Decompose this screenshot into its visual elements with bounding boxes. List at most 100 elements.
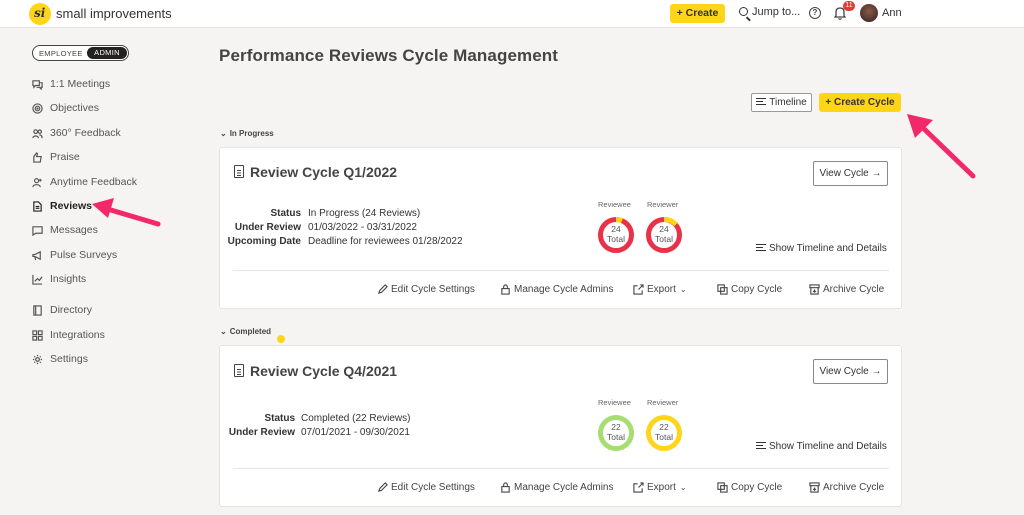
- show-timeline-label: Show Timeline and Details: [769, 441, 887, 452]
- manage-cycle-admins-button[interactable]: Manage Cycle Admins: [500, 284, 614, 295]
- notification-count-badge: 11: [843, 1, 855, 11]
- copy-cycle-button[interactable]: Copy Cycle: [717, 284, 782, 295]
- view-cycle-button[interactable]: View Cycle →: [813, 161, 888, 186]
- review-cycle-card: Review Cycle Q1/2022 View Cycle → Status…: [219, 147, 902, 309]
- action-label: Manage Cycle Admins: [514, 482, 614, 493]
- reviewer-donut[interactable]: 22 Total: [645, 414, 683, 452]
- sidebar-item-meetings[interactable]: 1:1 Meetings: [32, 76, 110, 92]
- copy-cycle-button[interactable]: Copy Cycle: [717, 482, 782, 493]
- reviewer-count: 24: [659, 224, 669, 234]
- archive-cycle-button[interactable]: Archive Cycle: [809, 482, 884, 493]
- sidebar-item-label: Settings: [50, 353, 88, 365]
- sidebar-item-label: Directory: [50, 304, 93, 316]
- under-review-value: 01/03/2022 - 03/31/2022: [308, 222, 417, 233]
- sidebar-item-label: Insights: [50, 273, 87, 285]
- sidebar-item-integrations[interactable]: Integrations: [32, 327, 105, 343]
- view-cycle-button[interactable]: View Cycle →: [813, 359, 888, 384]
- praise-icon: [32, 151, 43, 163]
- field-label: Status: [270, 208, 301, 219]
- reviewer-label: Reviewer: [647, 200, 679, 209]
- archive-icon: [809, 482, 820, 493]
- reviewee-donut[interactable]: 22 Total: [597, 414, 635, 452]
- reviewee-label: Reviewee: [598, 398, 631, 407]
- timeline-icon: [756, 442, 766, 450]
- chevron-down-icon: ⌄: [220, 129, 227, 138]
- create-button[interactable]: + Create: [670, 4, 725, 23]
- status-value: Completed (22 Reviews): [301, 413, 411, 424]
- section-toggle-in-progress[interactable]: ⌄ In Progress: [220, 129, 274, 138]
- sidebar-item-anytime-feedback[interactable]: Anytime Feedback: [32, 174, 137, 190]
- action-label: Archive Cycle: [823, 482, 885, 493]
- cycle-title-text: Review Cycle Q1/2022: [250, 164, 398, 180]
- sidebar-item-360-feedback[interactable]: 360° Feedback: [32, 125, 121, 141]
- divider: [233, 270, 889, 271]
- cycle-title[interactable]: Review Cycle Q4/2021: [234, 363, 397, 379]
- field-label: Upcoming Date: [227, 236, 301, 247]
- reviewer-label: Reviewer: [647, 398, 679, 407]
- export-icon: [633, 482, 644, 493]
- logo-text[interactable]: small improvements: [56, 6, 172, 21]
- manage-cycle-admins-button[interactable]: Manage Cycle Admins: [500, 482, 614, 493]
- reviewer-donut[interactable]: 24 Total: [645, 216, 683, 254]
- document-icon: [32, 200, 43, 212]
- avatar[interactable]: [860, 4, 878, 22]
- jump-to-label: Jump to...: [752, 6, 801, 18]
- sidebar-item-objectives[interactable]: Objectives: [32, 100, 99, 116]
- sidebar-item-label: Praise: [50, 151, 80, 163]
- help-icon[interactable]: ?: [809, 7, 821, 19]
- role-employee-option[interactable]: EMPLOYEE: [39, 49, 83, 58]
- edit-cycle-settings-button[interactable]: Edit Cycle Settings: [377, 284, 475, 295]
- action-label: Manage Cycle Admins: [514, 284, 614, 295]
- export-dropdown[interactable]: Export ⌄: [633, 284, 687, 295]
- section-toggle-completed[interactable]: ⌄ Completed: [220, 327, 271, 336]
- user-name[interactable]: Ann: [882, 7, 902, 19]
- jump-to-button[interactable]: Jump to...: [739, 6, 800, 18]
- export-icon: [633, 284, 644, 295]
- role-toggle[interactable]: EMPLOYEE ADMIN: [32, 45, 129, 61]
- chart-icon: [32, 274, 43, 285]
- sidebar-item-pulse-surveys[interactable]: Pulse Surveys: [32, 247, 117, 263]
- role-admin-option[interactable]: ADMIN: [87, 47, 127, 59]
- sidebar-item-messages[interactable]: Messages: [32, 222, 98, 238]
- cursor-highlight-dot: [277, 335, 285, 343]
- annotation-arrow-create-cycle: [907, 114, 976, 179]
- archive-cycle-button[interactable]: Archive Cycle: [809, 284, 884, 295]
- sidebar-item-settings[interactable]: Settings: [32, 351, 88, 367]
- reviewee-donut[interactable]: 24 Total: [597, 216, 635, 254]
- chevron-down-icon: ⌄: [679, 483, 687, 492]
- status-value: In Progress (24 Reviews): [308, 208, 421, 219]
- create-cycle-button[interactable]: + Create Cycle: [819, 93, 901, 112]
- reviewee-total-label: Total: [607, 432, 625, 442]
- sidebar-item-reviews[interactable]: Reviews: [32, 198, 92, 214]
- timeline-button[interactable]: Timeline: [751, 93, 812, 112]
- reviewee-count: 22: [611, 422, 621, 432]
- copy-icon: [717, 284, 728, 295]
- megaphone-icon: [32, 250, 43, 261]
- section-label: In Progress: [229, 129, 274, 138]
- sidebar-item-label: Integrations: [50, 329, 105, 341]
- action-label: Archive Cycle: [823, 284, 885, 295]
- logo-icon[interactable]: si: [29, 3, 51, 25]
- field-label: Status: [264, 413, 295, 424]
- show-timeline-link[interactable]: Show Timeline and Details: [756, 441, 887, 452]
- sidebar-item-insights[interactable]: Insights: [32, 271, 86, 287]
- reviewer-count: 22: [659, 422, 669, 432]
- book-icon: [32, 304, 43, 316]
- field-label: Under Review: [228, 427, 295, 438]
- sidebar-item-directory[interactable]: Directory: [32, 302, 92, 318]
- chevron-down-icon: ⌄: [679, 285, 687, 294]
- document-icon: [234, 364, 244, 377]
- show-timeline-link[interactable]: Show Timeline and Details: [756, 243, 887, 254]
- export-dropdown[interactable]: Export ⌄: [633, 482, 687, 493]
- divider: [233, 468, 889, 469]
- cycle-title[interactable]: Review Cycle Q1/2022: [234, 164, 397, 180]
- sidebar-item-label: Anytime Feedback: [50, 176, 137, 188]
- sidebar-item-praise[interactable]: Praise: [32, 149, 80, 165]
- cycle-title-text: Review Cycle Q4/2021: [250, 363, 398, 379]
- under-review-value: 07/01/2021 - 09/30/2021: [301, 427, 410, 438]
- sidebar-item-label: 360° Feedback: [50, 127, 121, 139]
- field-label: Under Review: [234, 222, 301, 233]
- review-cycle-card: Review Cycle Q4/2021 View Cycle → Status…: [219, 345, 902, 507]
- upcoming-date-value: Deadline for reviewees 01/28/2022: [308, 236, 463, 247]
- edit-cycle-settings-button[interactable]: Edit Cycle Settings: [377, 482, 475, 493]
